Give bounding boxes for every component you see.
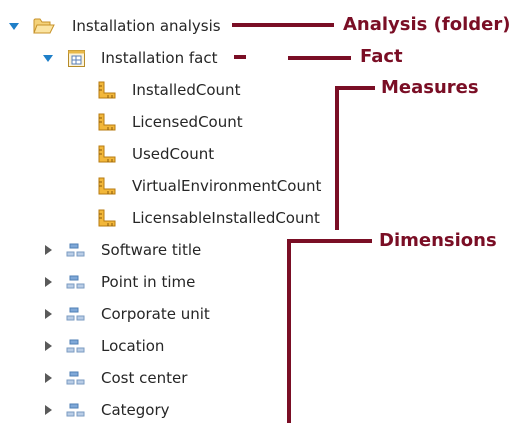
callout-line-measures-vertical	[335, 86, 339, 230]
callout-line-fact	[288, 56, 351, 60]
tree-item-measure[interactable]: InstalledCount	[132, 78, 240, 102]
tree-item-installation-fact[interactable]: Installation fact	[101, 46, 217, 70]
callout-label-measures: Measures	[381, 77, 479, 98]
tree-item-installation-analysis[interactable]: Installation analysis	[72, 14, 221, 38]
tree-item-label: Software title	[101, 241, 202, 259]
ruler-icon	[98, 209, 116, 227]
folder-open-icon	[33, 16, 55, 36]
callout-label-fact: Fact	[360, 46, 403, 67]
analysis-tree: Installation analysis Installation fact …	[0, 0, 521, 423]
callout-line-dimensions-horizontal	[287, 239, 372, 243]
expand-toggle-icon[interactable]	[42, 340, 54, 352]
dimension-icon	[66, 273, 86, 291]
tree-item-label: Cost center	[101, 369, 188, 387]
callout-label-dimensions: Dimensions	[379, 230, 497, 251]
tree-item-dimension[interactable]: Cost center	[101, 366, 187, 390]
dimension-icon	[66, 369, 86, 387]
expand-toggle-icon[interactable]	[42, 372, 54, 384]
tree-item-label: VirtualEnvironmentCount	[132, 177, 322, 195]
callout-line-dimensions-vertical	[287, 239, 291, 423]
tree-item-measure[interactable]: LicensableInstalledCount	[132, 206, 320, 230]
tree-item-label: Category	[101, 401, 170, 419]
tree-item-label: Installation analysis	[72, 17, 221, 35]
tree-item-measure[interactable]: UsedCount	[132, 142, 214, 166]
tree-item-dimension[interactable]: Point in time	[101, 270, 195, 294]
tree-item-label: LicensedCount	[132, 113, 243, 131]
callout-line-measures-horizontal	[335, 86, 375, 90]
ruler-icon	[98, 81, 116, 99]
tree-item-dimension[interactable]: Corporate unit	[101, 302, 210, 326]
tree-item-label: UsedCount	[132, 145, 215, 163]
tree-item-label: Location	[101, 337, 165, 355]
callout-line-analysis	[232, 23, 334, 27]
tree-item-label: InstalledCount	[132, 81, 241, 99]
tree-item-dimension[interactable]: Category	[101, 398, 170, 422]
expand-toggle-icon[interactable]	[42, 404, 54, 416]
tree-item-label: LicensableInstalledCount	[132, 209, 320, 227]
tree-item-label: Corporate unit	[101, 305, 210, 323]
ruler-icon	[98, 113, 116, 131]
tree-item-measure[interactable]: LicensedCount	[132, 110, 243, 134]
expand-toggle-icon[interactable]	[42, 244, 54, 256]
dimension-icon	[66, 337, 86, 355]
tree-item-dimension[interactable]: Software title	[101, 238, 201, 262]
callout-label-analysis: Analysis (folder)	[343, 14, 511, 35]
dimension-icon	[66, 401, 86, 419]
fact-table-icon	[67, 49, 85, 67]
ruler-icon	[98, 177, 116, 195]
tree-item-dimension[interactable]: Location	[101, 334, 164, 358]
dimension-icon	[66, 241, 86, 259]
tree-item-measure[interactable]: VirtualEnvironmentCount	[132, 174, 321, 198]
expand-toggle-icon[interactable]	[42, 308, 54, 320]
ruler-icon	[98, 145, 116, 163]
expand-toggle-icon[interactable]	[42, 276, 54, 288]
callout-line-fact-stub	[234, 55, 246, 59]
dimension-icon	[66, 305, 86, 323]
tree-item-label: Installation fact	[101, 49, 218, 67]
expand-toggle-icon[interactable]	[42, 52, 54, 64]
expand-toggle-icon[interactable]	[8, 20, 20, 32]
tree-item-label: Point in time	[101, 273, 196, 291]
